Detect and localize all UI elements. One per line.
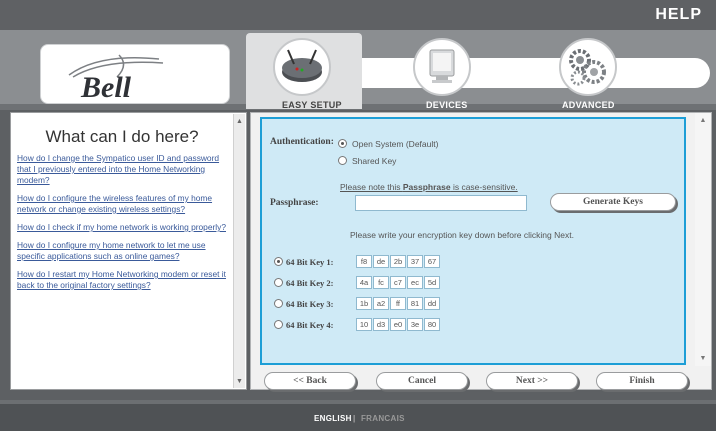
key-2-byte[interactable]: 4a <box>356 276 372 289</box>
tab-easy-setup-label: EASY SETUP <box>282 100 342 110</box>
auth-shared-key-radio[interactable] <box>338 156 347 165</box>
language-separator: | <box>353 414 356 423</box>
help-link-applications[interactable]: How do I configure my home network to le… <box>17 240 231 262</box>
key-2-byte[interactable]: c7 <box>390 276 406 289</box>
top-bar: HELP <box>0 0 716 30</box>
key-1-byte[interactable]: de <box>373 255 389 268</box>
key-3-byte[interactable]: ff <box>390 297 406 310</box>
monitor-icon <box>429 49 455 83</box>
scroll-up-icon[interactable]: ▲ <box>234 116 245 128</box>
key-2-label: 64 Bit Key 2: <box>286 278 334 288</box>
router-icon <box>282 49 322 82</box>
auth-shared-key-label: Shared Key <box>352 156 397 166</box>
key-3-radio[interactable] <box>274 299 283 308</box>
main-scrollbar[interactable]: ▲ ▼ <box>695 113 711 366</box>
tab-advanced[interactable]: ADVANCED <box>556 38 626 110</box>
key-4-label: 64 Bit Key 4: <box>286 320 334 330</box>
key-3-label: 64 Bit Key 3: <box>286 299 334 309</box>
help-link-change-user-id[interactable]: How do I change the Sympatico user ID an… <box>17 153 231 186</box>
key-1-byte[interactable]: f8 <box>356 255 372 268</box>
key-1-label: 64 Bit Key 1: <box>286 257 334 267</box>
key-3-byte[interactable]: a2 <box>373 297 389 310</box>
key-1-byte[interactable]: 2b <box>390 255 406 268</box>
back-button[interactable]: << Back <box>264 372 356 390</box>
scroll-up-icon[interactable]: ▲ <box>697 115 709 127</box>
key-1-byte[interactable]: 67 <box>424 255 440 268</box>
passphrase-note: Please note this Passphrase is case-sens… <box>340 182 518 192</box>
help-title: What can I do here? <box>45 127 199 146</box>
key-3-byte[interactable]: dd <box>424 297 440 310</box>
help-scrollbar[interactable]: ▲ ▼ <box>233 114 245 388</box>
finish-button[interactable]: Finish <box>596 372 688 390</box>
tab-devices[interactable]: DEVICES <box>410 38 480 110</box>
key-4-byte[interactable]: e0 <box>390 318 406 331</box>
key-3-byte[interactable]: 81 <box>407 297 423 310</box>
language-francais-link[interactable]: FRANCAIS <box>361 414 405 423</box>
passphrase-label: Passphrase: <box>270 198 319 208</box>
cancel-button[interactable]: Cancel <box>376 372 468 390</box>
language-english-link[interactable]: ENGLISH <box>314 414 352 423</box>
tab-advanced-label: ADVANCED <box>562 100 615 110</box>
scroll-down-icon[interactable]: ▼ <box>234 376 245 388</box>
auth-open-system-radio[interactable] <box>338 139 347 148</box>
gears-icon <box>569 49 606 86</box>
footer <box>0 404 716 431</box>
help-link-check-network[interactable]: How do I check if my home network is wor… <box>17 222 231 233</box>
key-4-byte[interactable]: 3e <box>407 318 423 331</box>
help-link-list: How do I change the Sympatico user ID an… <box>17 153 231 298</box>
key-2-byte[interactable]: fc <box>373 276 389 289</box>
scroll-down-icon[interactable]: ▼ <box>697 353 709 365</box>
key-4-byte[interactable]: 80 <box>424 318 440 331</box>
key-1-radio[interactable] <box>274 257 283 266</box>
key-4-radio[interactable] <box>274 320 283 329</box>
help-panel: What can I do here? How do I change the … <box>10 112 247 390</box>
key-3-byte[interactable]: 1b <box>356 297 372 310</box>
authentication-label: Authentication: <box>270 137 334 147</box>
help-link[interactable]: HELP <box>655 6 702 24</box>
auth-open-system-label: Open System (Default) <box>352 139 439 149</box>
help-link-restart[interactable]: How do I restart my Home Networking mode… <box>17 269 231 291</box>
key-2-radio[interactable] <box>274 278 283 287</box>
key-1-byte[interactable]: 37 <box>407 255 423 268</box>
passphrase-input[interactable] <box>355 195 527 211</box>
help-link-wireless[interactable]: How do I configure the wireless features… <box>17 193 231 215</box>
generate-keys-button[interactable]: Generate Keys <box>550 193 676 211</box>
tab-easy-setup[interactable]: EASY SETUP <box>270 38 342 110</box>
next-button[interactable]: Next >> <box>486 372 578 390</box>
write-key-instruction: Please write your encryption key down be… <box>350 230 574 240</box>
logo-text: Bell <box>81 71 131 104</box>
key-2-byte[interactable]: 5d <box>424 276 440 289</box>
key-4-byte[interactable]: d3 <box>373 318 389 331</box>
key-4-byte[interactable]: 10 <box>356 318 372 331</box>
bell-logo: Bell <box>40 44 230 104</box>
tab-devices-label: DEVICES <box>426 100 468 110</box>
key-2-byte[interactable]: ec <box>407 276 423 289</box>
